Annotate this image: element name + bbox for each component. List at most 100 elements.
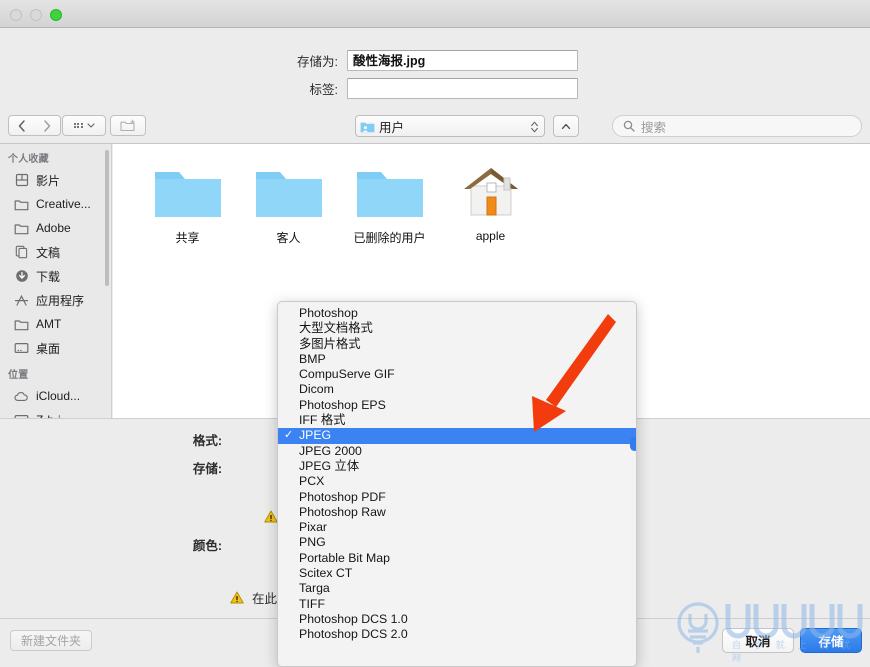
warning-triangle-icon <box>264 510 278 523</box>
sidebar-item-amt[interactable]: AMT <box>0 312 111 336</box>
footer-warning: 在此 <box>230 588 277 607</box>
file-item[interactable]: apple <box>440 158 541 246</box>
format-dropdown-menu[interactable]: Photoshop 大型文档格式 多图片格式 BMP CompuServe GI… <box>277 301 637 667</box>
forward-button[interactable] <box>34 115 61 136</box>
search-icon <box>623 120 635 132</box>
menu-item-tiff[interactable]: TIFF <box>278 597 636 612</box>
close-button[interactable] <box>10 9 22 21</box>
menu-item-label: PCX <box>299 474 325 489</box>
sidebar-item-documents[interactable]: 文稿 <box>0 240 111 264</box>
sidebar-scrollbar[interactable] <box>105 150 109 286</box>
sidebar-section-favorites-header: 个人收藏 <box>8 154 49 165</box>
back-button[interactable] <box>8 115 35 136</box>
menu-item-label: Targa <box>299 581 330 596</box>
file-item[interactable]: 客人 <box>238 158 339 246</box>
sidebar-item-label: 下载 <box>36 269 61 284</box>
menu-item-photoshop-eps[interactable]: Photoshop EPS <box>278 398 636 413</box>
path-popup-button[interactable]: 用户 <box>355 115 545 137</box>
save-button[interactable]: 存储 <box>800 628 862 653</box>
cancel-button[interactable]: 取消 <box>722 628 794 653</box>
sidebar-item-desktop[interactable]: 桌面 <box>0 336 111 360</box>
window-controls <box>10 9 62 21</box>
sidebar-item-label: AMT <box>36 317 62 331</box>
menu-item-label: CompuServe GIF <box>299 367 395 382</box>
menu-item-jpeg-stereo[interactable]: JPEG 立体 <box>278 459 636 474</box>
menu-item-pcx[interactable]: PCX <box>278 474 636 489</box>
search-placeholder: 搜索 <box>641 120 667 135</box>
format-label: 格式: <box>192 434 222 448</box>
menu-item-dicom[interactable]: Dicom <box>278 382 636 397</box>
save-options-row: 存储: <box>160 458 230 477</box>
menu-item-pixar[interactable]: Pixar <box>278 520 636 535</box>
sidebar-item-icloud[interactable]: iCloud... <box>0 384 111 408</box>
color-label: 颜色: <box>192 539 222 553</box>
menu-item-photoshop[interactable]: Photoshop <box>278 306 636 321</box>
sidebar-item-disk[interactable]: Z-b-i <box>0 408 111 418</box>
parent-directory-button[interactable] <box>553 115 579 137</box>
sidebar-item-label: Creative... <box>36 197 91 211</box>
tags-label: 标签: <box>309 83 338 97</box>
menu-item-compuserve-gif[interactable]: CompuServe GIF <box>278 367 636 382</box>
chevron-up-icon <box>561 123 571 129</box>
menu-item-jpeg[interactable]: ✓ JPEG <box>278 428 636 444</box>
file-name: apple <box>475 229 506 243</box>
menu-item-photoshop-raw[interactable]: Photoshop Raw <box>278 505 636 520</box>
menu-item-label: PNG <box>299 535 326 550</box>
sidebar-item-adobe[interactable]: Adobe <box>0 216 111 240</box>
maximize-button[interactable] <box>50 9 62 21</box>
menu-item-large-doc[interactable]: 大型文档格式 <box>278 321 636 336</box>
menu-item-photoshop-pdf[interactable]: Photoshop PDF <box>278 490 636 505</box>
title-bar <box>0 0 870 28</box>
filename-input[interactable]: 酸性海报.jpg <box>347 50 578 71</box>
menu-item-iff[interactable]: IFF 格式 <box>278 413 636 428</box>
menu-item-scitex-ct[interactable]: Scitex CT <box>278 566 636 581</box>
sidebar-item-downloads[interactable]: 下载 <box>0 264 111 288</box>
file-item[interactable]: 共享 <box>137 158 238 246</box>
updown-stepper-icon[interactable] <box>529 119 540 135</box>
sidebar-item-label: 桌面 <box>36 341 61 356</box>
menu-item-label: Scitex CT <box>299 566 353 581</box>
menu-item-label: BMP <box>299 351 326 366</box>
menu-item-label: JPEG 立体 <box>299 458 360 473</box>
sidebar-item-creative[interactable]: Creative... <box>0 192 111 216</box>
file-name: 客人 <box>276 231 301 245</box>
sidebar-item-movies[interactable]: 影片 <box>0 168 111 192</box>
menu-item-label: 大型文档格式 <box>299 321 373 336</box>
folder-icon <box>238 158 339 220</box>
filename-label: 存储为: <box>297 55 338 69</box>
save-as-form: 存储为: 酸性海报.jpg 标签: <box>0 28 870 108</box>
menu-item-photoshop-dcs-1[interactable]: Photoshop DCS 1.0 <box>278 612 636 627</box>
menu-item-bmp[interactable]: BMP <box>278 352 636 367</box>
sidebar[interactable]: 个人收藏 影片 Creative... Adobe 文稿 下载 应用程序 AMT… <box>0 144 112 418</box>
menu-item-label: Photoshop DCS 1.0 <box>299 611 408 626</box>
chevron-down-icon <box>86 123 95 128</box>
menu-item-label: Photoshop Raw <box>299 504 386 519</box>
folder-icon <box>339 158 440 220</box>
menu-item-label: 多图片格式 <box>299 336 361 351</box>
minimize-button[interactable] <box>30 9 42 21</box>
menu-item-multi-image[interactable]: 多图片格式 <box>278 337 636 352</box>
menu-item-png[interactable]: PNG <box>278 535 636 550</box>
menu-item-label: TIFF <box>299 596 325 611</box>
path-label: 用户 <box>379 120 405 135</box>
view-mode-button[interactable] <box>62 115 106 136</box>
search-input[interactable]: 搜索 <box>612 115 862 137</box>
menu-item-jpeg-2000[interactable]: JPEG 2000 <box>278 444 636 459</box>
file-item[interactable]: 已删除的用户 <box>339 158 440 246</box>
menu-item-label: Portable Bit Map <box>299 550 390 565</box>
sidebar-item-applications[interactable]: 应用程序 <box>0 288 111 312</box>
desktop-icon <box>13 341 30 356</box>
new-folder-button[interactable]: 新建文件夹 <box>10 630 92 651</box>
menu-item-label: Photoshop <box>299 306 358 320</box>
file-browser-toolbar: 用户 搜索 <box>0 108 870 144</box>
menu-item-portable-bit-map[interactable]: Portable Bit Map <box>278 551 636 566</box>
menu-item-photoshop-dcs-2[interactable]: Photoshop DCS 2.0 <box>278 627 636 642</box>
tags-row: 标签: <box>281 78 578 99</box>
grid-view-icon <box>73 122 83 129</box>
documents-icon <box>13 245 30 260</box>
tags-input[interactable] <box>347 78 578 99</box>
menu-item-targa[interactable]: Targa <box>278 581 636 596</box>
movies-icon <box>13 173 30 188</box>
new-folder-button[interactable] <box>110 115 146 136</box>
dropdown-scroll-indicator[interactable] <box>630 437 636 451</box>
